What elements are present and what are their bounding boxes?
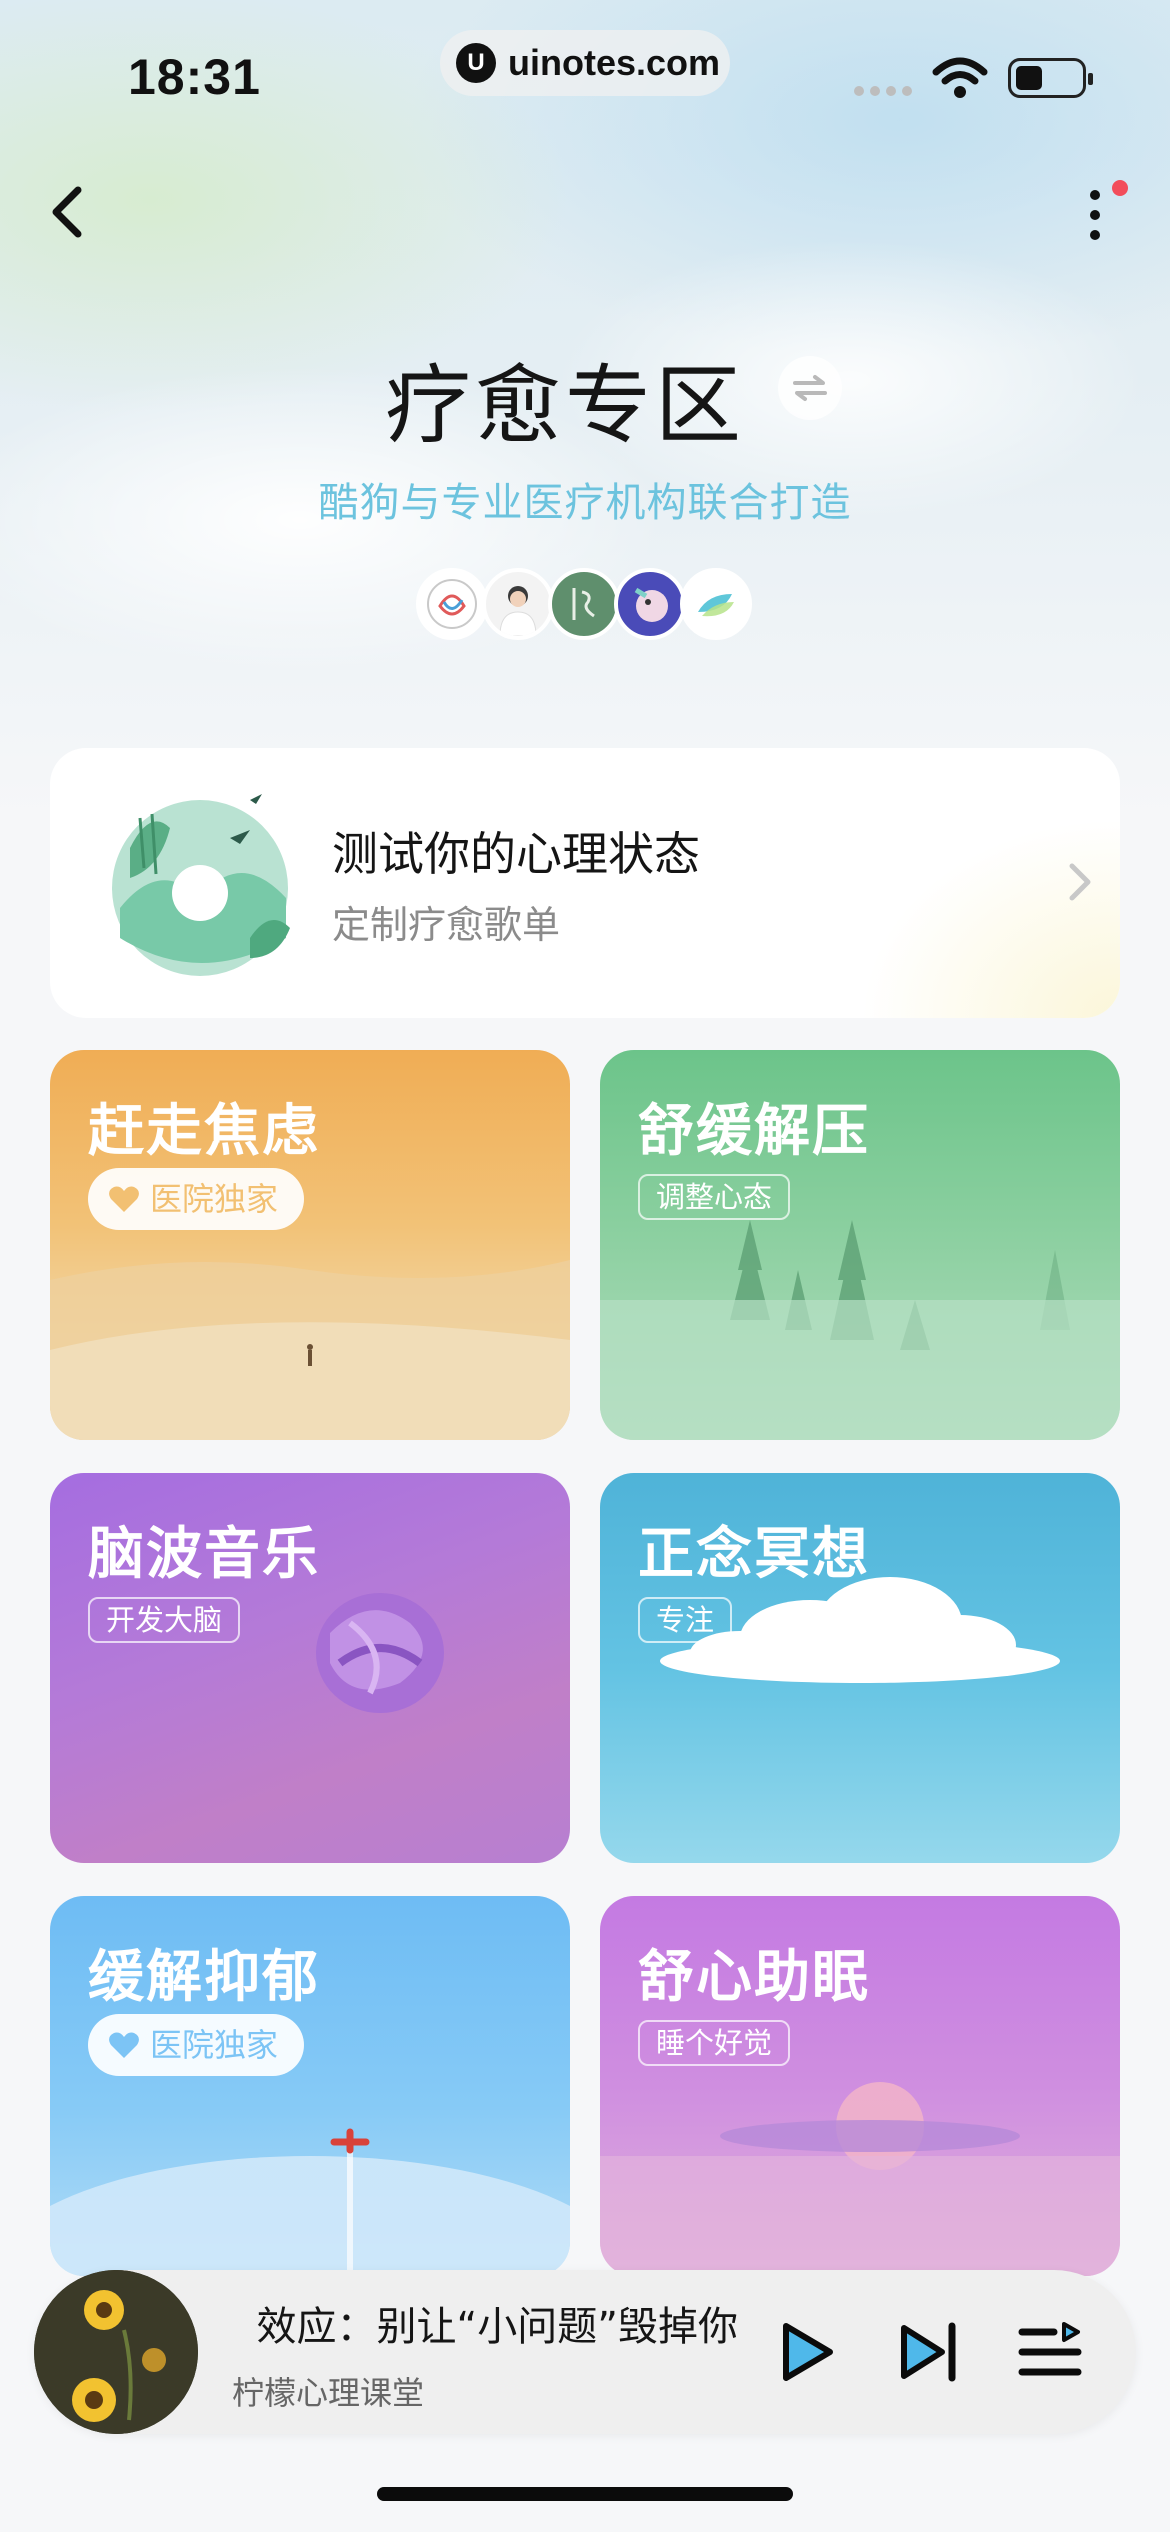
doctor-avatar	[482, 568, 554, 640]
home-indicator[interactable]	[377, 2487, 793, 2501]
tile-title: 舒心助眠	[638, 1945, 870, 2010]
track-title: 效应：别让“小问题”毁掉你	[256, 2304, 738, 2350]
track-artist: 柠檬心理课堂	[232, 2374, 425, 2412]
quiz-subtitle: 定制疗愈歌单	[332, 903, 561, 947]
notification-badge	[1112, 180, 1128, 196]
tile-title: 正念冥想	[638, 1522, 870, 1587]
page-title: 疗愈专区	[385, 356, 745, 456]
tag-label: 调整心态	[638, 1174, 791, 1220]
chevron-left-icon	[52, 186, 82, 238]
status-time: 18:31	[128, 49, 261, 105]
partner-logos	[416, 568, 752, 640]
hospital-exclusive-badge: 医院独家	[88, 2014, 305, 2076]
tile-brainwave-music[interactable]: 脑波音乐 开发大脑	[50, 1473, 570, 1863]
hospital-logo-icon	[416, 568, 488, 640]
calligraphy-logo-icon	[548, 568, 620, 640]
tile-anxiety-relief[interactable]: 赶走焦虑 医院独家	[50, 1050, 570, 1440]
tile-title: 赶走焦虑	[88, 1099, 320, 1164]
tag-label: 专注	[638, 1597, 733, 1643]
tag-label: 开发大脑	[88, 1597, 241, 1643]
switch-button[interactable]	[778, 356, 842, 420]
cartoon-avatar	[614, 568, 686, 640]
heart-icon	[109, 1186, 139, 1212]
tag-label: 医院独家	[150, 1180, 279, 1218]
url-pill[interactable]: U uinotes.com	[440, 30, 730, 96]
more-vertical-icon	[1090, 190, 1100, 200]
swap-arrows-icon	[793, 375, 827, 401]
track-title-marquee: 效应：别让“小问题”毁掉你	[232, 2290, 738, 2360]
tile-title: 脑波音乐	[88, 1522, 320, 1587]
tile-title: 舒缓解压	[638, 1099, 870, 1164]
quiz-title: 测试你的心理状态	[332, 827, 700, 881]
chevron-right-icon	[1069, 863, 1091, 901]
battery-icon	[1008, 58, 1093, 98]
playlist-icon	[1018, 2322, 1082, 2376]
psych-test-card[interactable]: 测试你的心理状态 定制疗愈歌单	[50, 748, 1120, 1018]
tile-mindfulness[interactable]: 正念冥想 专注	[600, 1473, 1120, 1863]
album-art[interactable]	[34, 2270, 198, 2434]
site-logo-icon: U	[456, 43, 496, 83]
tile-title: 缓解抑郁	[88, 1945, 320, 2010]
app-logo-icon	[680, 568, 752, 640]
hospital-exclusive-badge: 医院独家	[88, 1168, 305, 1230]
play-button[interactable]	[770, 2316, 842, 2388]
next-button[interactable]	[892, 2316, 964, 2388]
mini-player[interactable]: 效应：别让“小问题”毁掉你 柠檬心理课堂	[34, 2270, 1136, 2434]
tile-sleep-aid[interactable]: 舒心助眠 睡个好觉	[600, 1896, 1120, 2276]
nature-ring-illustration	[112, 794, 290, 976]
heart-icon	[109, 2032, 139, 2058]
page-subtitle: 酷狗与专业医疗机构联合打造	[318, 480, 852, 526]
tile-stress-relief[interactable]: 舒缓解压 调整心态	[600, 1050, 1120, 1440]
wifi-icon	[932, 57, 988, 98]
more-button[interactable]	[1070, 180, 1128, 250]
playlist-button[interactable]	[1014, 2316, 1086, 2388]
cellular-signal-icon	[854, 86, 912, 96]
tile-depression-relief[interactable]: 缓解抑郁 医院独家	[50, 1896, 570, 2276]
tag-label: 医院独家	[150, 2026, 279, 2064]
next-icon	[901, 2322, 956, 2382]
tag-label: 睡个好觉	[638, 2020, 791, 2066]
back-button[interactable]	[40, 180, 96, 244]
url-text: uinotes.com	[508, 42, 721, 83]
play-icon	[783, 2323, 833, 2381]
